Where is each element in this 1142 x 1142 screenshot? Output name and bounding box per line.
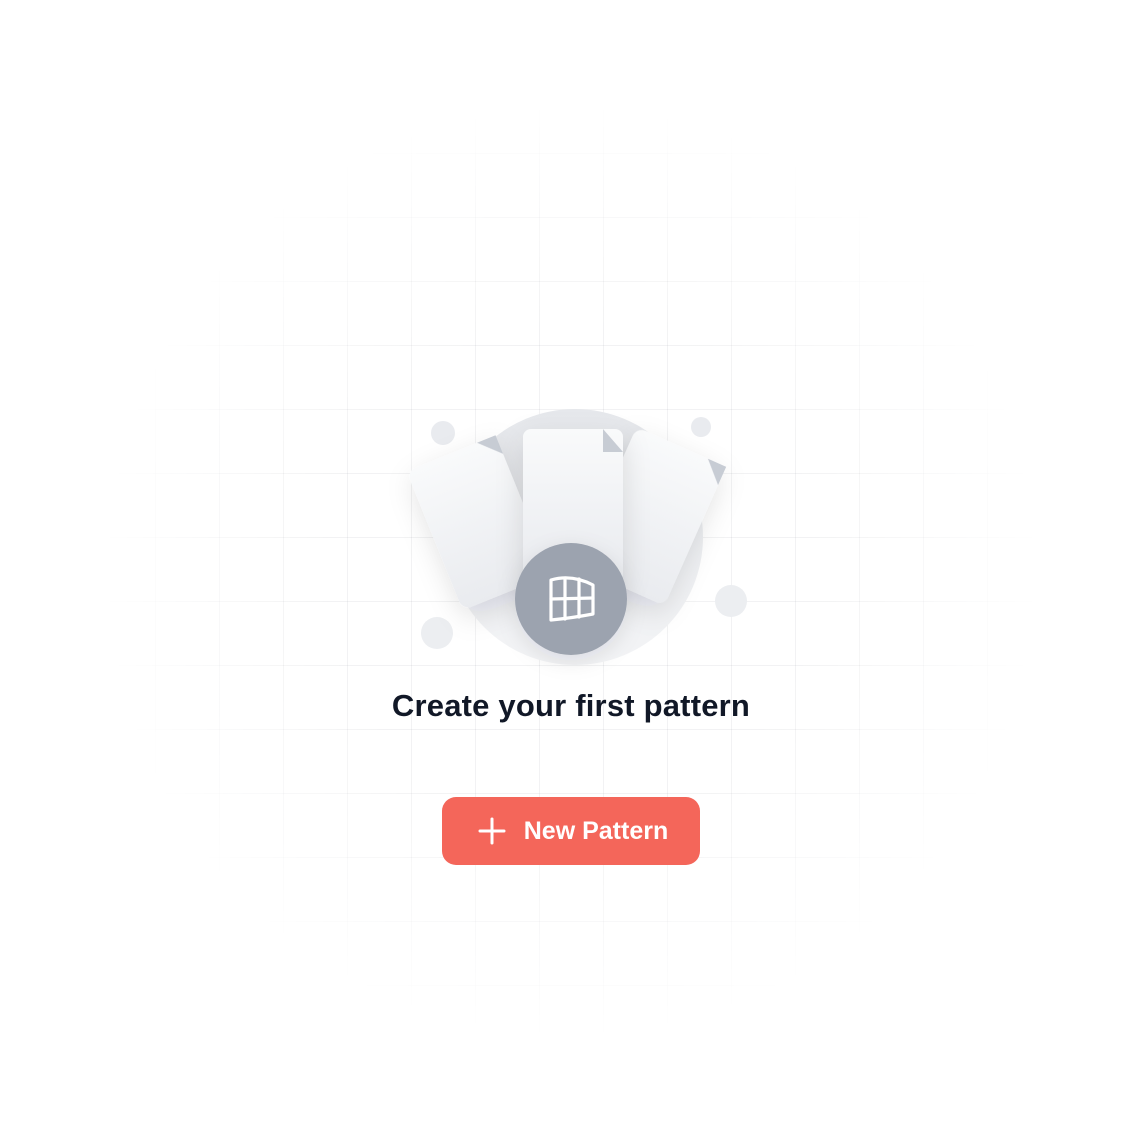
decor-dot: [421, 617, 453, 649]
empty-patterns-illustration: [409, 409, 747, 665]
new-pattern-button-label: New Pattern: [523, 816, 669, 845]
new-pattern-button[interactable]: New Pattern: [442, 797, 700, 865]
decor-dot: [431, 421, 455, 445]
plus-icon: [478, 817, 506, 845]
empty-state-page: Create your first pattern New Pattern: [0, 0, 1142, 1142]
empty-state-title: Create your first pattern: [391, 688, 751, 723]
decor-dot: [691, 417, 711, 437]
decor-dot: [715, 585, 747, 617]
